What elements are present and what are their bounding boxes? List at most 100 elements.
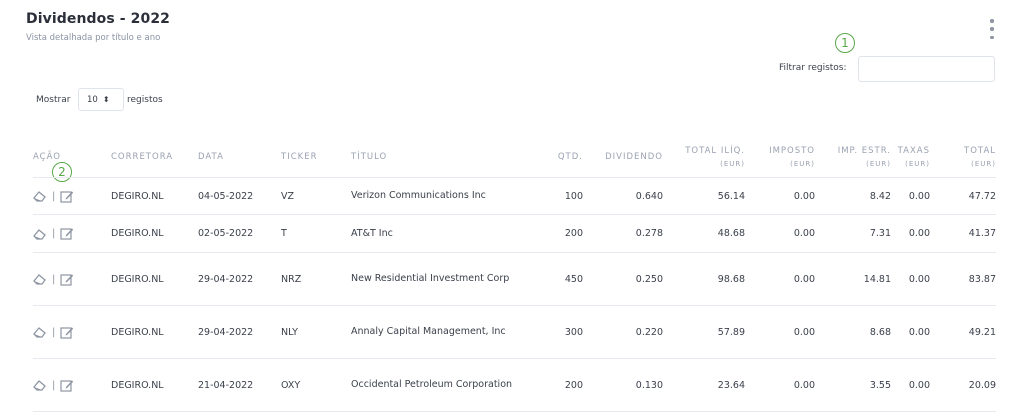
cell-titulo: Occidental Petroleum Corporation xyxy=(351,358,527,412)
cell-total-iliq: 23.64 xyxy=(663,358,745,412)
cell-total: 41.37 xyxy=(930,214,996,253)
edit-icon[interactable] xyxy=(60,326,74,339)
cell-qtd: 200 xyxy=(527,214,583,253)
action-separator: | xyxy=(52,228,56,239)
sort-updown-icon: ⬍ xyxy=(102,95,110,104)
cell-taxas: 0.00 xyxy=(891,252,930,306)
length-select-value: 10 xyxy=(87,94,98,105)
cell-imp-estr: 14.81 xyxy=(815,252,891,306)
col-total[interactable]: TOTAL (EUR) xyxy=(930,136,996,178)
cell-qtd: 100 xyxy=(527,177,583,215)
cell-taxas: 0.00 xyxy=(891,305,930,359)
cell-titulo: AT&T Inc xyxy=(351,214,527,253)
eraser-icon[interactable] xyxy=(33,379,47,391)
cell-qtd: 300 xyxy=(527,305,583,359)
col-titulo[interactable]: TÍTULO xyxy=(351,136,527,178)
action-separator: | xyxy=(52,273,56,285)
cell-imp-estr: 8.42 xyxy=(815,177,891,215)
length-prefix: Mostrar xyxy=(36,95,71,105)
eraser-icon[interactable] xyxy=(33,228,47,240)
cell-dividendo: 0.130 xyxy=(583,358,663,412)
dividends-card: Dividendos - 2022 Vista detalhada por tí… xyxy=(0,0,1013,416)
edit-icon[interactable] xyxy=(60,379,74,392)
more-options-icon[interactable] xyxy=(986,19,998,39)
cell-qtd: 200 xyxy=(527,358,583,412)
col-qtd[interactable]: QTD. xyxy=(527,136,583,178)
edit-icon[interactable] xyxy=(60,273,74,286)
cell-total-iliq: 98.68 xyxy=(663,252,745,306)
filter-input[interactable] xyxy=(858,56,995,82)
cell-imposto: 0.00 xyxy=(745,252,815,306)
length-select[interactable]: 10 ⬍ xyxy=(78,88,124,111)
cell-corretora: DEGIRO.NL xyxy=(111,305,198,359)
eraser-icon[interactable] xyxy=(33,190,47,202)
cell-titulo: Verizon Communications Inc xyxy=(351,177,527,215)
col-corretora[interactable]: CORRETORA xyxy=(111,136,198,178)
cell-imposto: 0.00 xyxy=(745,214,815,253)
col-dividendo[interactable]: DIVIDENDO xyxy=(583,136,663,178)
cell-titulo: New Residential Investment Corp xyxy=(351,252,527,306)
action-separator: | xyxy=(52,379,56,391)
cell-dividendo: 0.278 xyxy=(583,214,663,253)
cell-ticker: NRZ xyxy=(281,252,351,306)
cell-dividendo: 0.640 xyxy=(583,177,663,215)
cell-ticker: VZ xyxy=(281,177,351,215)
col-imposto[interactable]: IMPOSTO (EUR) xyxy=(745,136,815,178)
cell-imposto: 0.00 xyxy=(745,358,815,412)
cell-data: 29-04-2022 xyxy=(198,252,281,306)
card-subtitle: Vista detalhada por título e ano xyxy=(26,33,161,43)
cell-total: 47.72 xyxy=(930,177,996,215)
cell-corretora: DEGIRO.NL xyxy=(111,358,198,412)
cell-total-iliq: 57.89 xyxy=(663,305,745,359)
table-row: | DEGIRO.NL 29-04-2022 NLY Annaly Capita… xyxy=(33,305,996,359)
table-row: | DEGIRO.NL 21-04-2022 OXY Occidental Pe… xyxy=(33,358,996,412)
edit-icon[interactable] xyxy=(60,190,74,203)
cell-taxas: 0.00 xyxy=(891,177,930,215)
edit-icon[interactable] xyxy=(60,227,74,240)
eraser-icon[interactable] xyxy=(33,273,47,285)
cell-data: 02-05-2022 xyxy=(198,214,281,253)
cell-corretora: DEGIRO.NL xyxy=(111,177,198,215)
cell-imp-estr: 8.68 xyxy=(815,305,891,359)
dividends-table: AÇÃO CORRETORA DATA TICKER TÍTULO QTD. D… xyxy=(33,136,996,412)
col-acao[interactable]: AÇÃO xyxy=(33,136,111,178)
cell-imposto: 0.00 xyxy=(745,177,815,215)
cell-taxas: 0.00 xyxy=(891,358,930,412)
cell-data: 29-04-2022 xyxy=(198,305,281,359)
card-title: Dividendos - 2022 xyxy=(26,11,171,27)
col-data[interactable]: DATA xyxy=(198,136,281,178)
col-imp-estr[interactable]: IMP. ESTR. (EUR) xyxy=(815,136,891,178)
cell-data: 04-05-2022 xyxy=(198,177,281,215)
cell-corretora: DEGIRO.NL xyxy=(111,252,198,306)
cell-dividendo: 0.220 xyxy=(583,305,663,359)
cell-total: 20.09 xyxy=(930,358,996,412)
cell-corretora: DEGIRO.NL xyxy=(111,214,198,253)
cell-data: 21-04-2022 xyxy=(198,358,281,412)
cell-imp-estr: 3.55 xyxy=(815,358,891,412)
cell-qtd: 450 xyxy=(527,252,583,306)
cell-imp-estr: 7.31 xyxy=(815,214,891,253)
table-row: | DEGIRO.NL 02-05-2022 T AT&T Inc 200 0.… xyxy=(33,214,996,253)
cell-total: 83.87 xyxy=(930,252,996,306)
cell-dividendo: 0.250 xyxy=(583,252,663,306)
length-suffix: registos xyxy=(127,95,163,105)
col-total-iliq[interactable]: TOTAL ILÍQ. (EUR) xyxy=(663,136,745,178)
col-ticker[interactable]: TICKER xyxy=(281,136,351,178)
cell-imposto: 0.00 xyxy=(745,305,815,359)
action-separator: | xyxy=(52,326,56,338)
eraser-icon[interactable] xyxy=(33,326,47,338)
cell-ticker: OXY xyxy=(281,358,351,412)
table-header-row: AÇÃO CORRETORA DATA TICKER TÍTULO QTD. D… xyxy=(33,136,996,178)
cell-taxas: 0.00 xyxy=(891,214,930,253)
table-row: | DEGIRO.NL 04-05-2022 VZ Verizon Commun… xyxy=(33,177,996,215)
cell-total-iliq: 56.14 xyxy=(663,177,745,215)
cell-ticker: T xyxy=(281,214,351,253)
cell-titulo: Annaly Capital Management, Inc xyxy=(351,305,527,359)
filter-label: Filtrar registos: xyxy=(779,63,847,73)
table-row: | DEGIRO.NL 29-04-2022 NRZ New Residenti… xyxy=(33,252,996,306)
action-separator: | xyxy=(52,190,56,202)
cell-ticker: NLY xyxy=(281,305,351,359)
annotation-marker-1: 1 xyxy=(835,33,855,53)
col-taxas[interactable]: TAXAS (EUR) xyxy=(891,136,930,178)
cell-total: 49.21 xyxy=(930,305,996,359)
